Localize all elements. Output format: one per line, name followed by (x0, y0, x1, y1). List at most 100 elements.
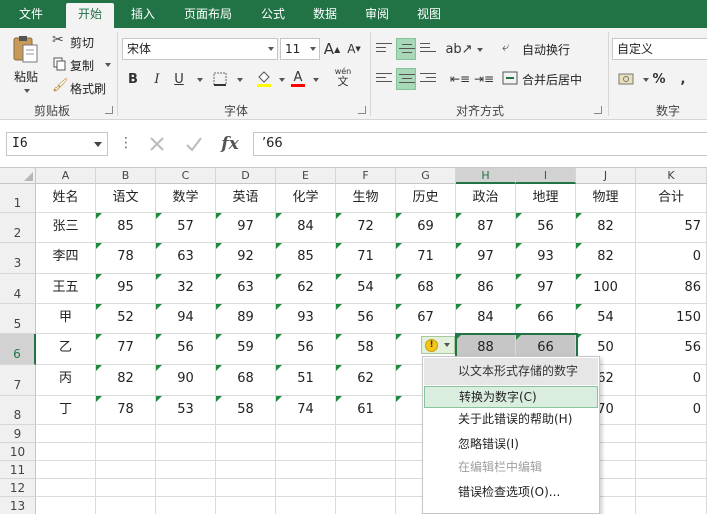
cell-e3[interactable]: 85 (276, 243, 336, 274)
font-name-select[interactable]: 宋体 (122, 38, 278, 60)
cell-f10[interactable] (336, 443, 396, 461)
cell-e12[interactable] (276, 479, 336, 497)
cell-j5[interactable]: 54 (576, 304, 636, 334)
tab-insert[interactable]: 插入 (122, 3, 164, 28)
column-header-b[interactable]: B (96, 168, 156, 184)
cell-b12[interactable] (96, 479, 156, 497)
cell-d3[interactable]: 92 (216, 243, 276, 274)
cell-b13[interactable] (96, 497, 156, 514)
row-header-12[interactable]: 12 (0, 479, 36, 497)
tab-view[interactable]: 视图 (408, 3, 450, 28)
cell-d9[interactable] (216, 425, 276, 443)
cell-d1[interactable]: 英语 (216, 184, 276, 213)
cell-d6[interactable]: 59 (216, 334, 276, 365)
percent-button[interactable]: % (650, 68, 668, 90)
cell-h5[interactable]: 84 (456, 304, 516, 334)
cell-a12[interactable] (36, 479, 96, 497)
row-header-8[interactable]: 8 (0, 396, 36, 425)
cell-d2[interactable]: 97 (216, 213, 276, 243)
grow-font-button[interactable]: A ▲ (324, 38, 340, 60)
wrap-text-button[interactable]: ⤶ 自动换行 (502, 38, 580, 60)
alignment-launcher-icon[interactable] (594, 106, 602, 114)
cell-j4[interactable]: 100 (576, 274, 636, 304)
orientation-dropdown-caret[interactable] (477, 48, 483, 52)
column-header-i[interactable]: I (516, 168, 576, 184)
align-top-button[interactable] (374, 38, 394, 60)
cell-e10[interactable] (276, 443, 336, 461)
cell-a13[interactable] (36, 497, 96, 514)
cell-f8[interactable]: 61 (336, 396, 396, 425)
cell-b1[interactable]: 语文 (96, 184, 156, 213)
cell-e13[interactable] (276, 497, 336, 514)
row-header-1[interactable]: 1 (0, 184, 36, 213)
cell-c11[interactable] (156, 461, 216, 479)
comma-button[interactable]: , (676, 68, 690, 90)
cell-a6[interactable]: 乙 (36, 334, 96, 365)
cell-k12[interactable] (636, 479, 707, 497)
cell-g3[interactable]: 71 (396, 243, 456, 274)
cell-d5[interactable]: 89 (216, 304, 276, 334)
orientation-button[interactable]: ab↗ (445, 38, 472, 60)
cell-i1[interactable]: 地理 (516, 184, 576, 213)
align-center-button[interactable] (396, 68, 416, 90)
row-header-3[interactable]: 3 (0, 243, 36, 274)
error-help-item[interactable]: 关于此错误的帮助(H) (424, 409, 598, 431)
cell-b9[interactable] (96, 425, 156, 443)
cell-i5[interactable]: 66 (516, 304, 576, 334)
cell-a1[interactable]: 姓名 (36, 184, 96, 213)
cell-e9[interactable] (276, 425, 336, 443)
insert-function-button[interactable]: fx (216, 132, 244, 156)
shrink-font-button[interactable]: A ▼ (345, 38, 363, 60)
cell-j2[interactable]: 82 (576, 213, 636, 243)
cell-h1[interactable]: 政治 (456, 184, 516, 213)
column-header-a[interactable]: A (36, 168, 96, 184)
cell-f9[interactable] (336, 425, 396, 443)
cell-j3[interactable]: 82 (576, 243, 636, 274)
cell-c12[interactable] (156, 479, 216, 497)
cell-c10[interactable] (156, 443, 216, 461)
row-header-9[interactable]: 9 (0, 425, 36, 443)
column-header-h[interactable]: H (456, 168, 516, 184)
font-launcher-icon[interactable] (358, 106, 366, 114)
row-header-4[interactable]: 4 (0, 274, 36, 304)
cell-c6[interactable]: 56 (156, 334, 216, 365)
convert-to-number-item[interactable]: 转换为数字(C) (424, 386, 598, 408)
font-color-button[interactable]: A (288, 68, 308, 90)
cell-e8[interactable]: 74 (276, 396, 336, 425)
row-header-11[interactable]: 11 (0, 461, 36, 479)
cell-f11[interactable] (336, 461, 396, 479)
cell-f1[interactable]: 生物 (336, 184, 396, 213)
cell-k4[interactable]: 86 (636, 274, 707, 304)
cell-b7[interactable]: 82 (96, 365, 156, 396)
cell-h3[interactable]: 97 (456, 243, 516, 274)
cell-k11[interactable] (636, 461, 707, 479)
accounting-format-button[interactable] (614, 68, 638, 90)
cell-e7[interactable]: 51 (276, 365, 336, 396)
column-header-e[interactable]: E (276, 168, 336, 184)
italic-button[interactable]: I (148, 68, 166, 90)
align-left-button[interactable] (374, 68, 394, 90)
paste-button[interactable]: 粘贴 (8, 34, 44, 96)
row-header-6[interactable]: 6 (0, 334, 36, 365)
phonetic-button[interactable]: wén 文 (330, 66, 356, 88)
cell-b2[interactable]: 85 (96, 213, 156, 243)
tab-file[interactable]: 文件 (8, 3, 54, 28)
cell-d8[interactable]: 58 (216, 396, 276, 425)
cell-k9[interactable] (636, 425, 707, 443)
cell-g1[interactable]: 历史 (396, 184, 456, 213)
cell-k13[interactable] (636, 497, 707, 514)
cell-a4[interactable]: 王五 (36, 274, 96, 304)
column-header-j[interactable]: J (576, 168, 636, 184)
cell-d13[interactable] (216, 497, 276, 514)
column-header-d[interactable]: D (216, 168, 276, 184)
cell-a3[interactable]: 李四 (36, 243, 96, 274)
cut-button[interactable]: ✂ 剪切 (52, 32, 102, 52)
column-header-g[interactable]: G (396, 168, 456, 184)
cell-h2[interactable]: 87 (456, 213, 516, 243)
tab-data[interactable]: 数据 (304, 3, 346, 28)
cell-e5[interactable]: 93 (276, 304, 336, 334)
borders-button[interactable] (210, 68, 230, 90)
accounting-dropdown-caret[interactable] (643, 78, 649, 82)
cell-a10[interactable] (36, 443, 96, 461)
align-middle-button[interactable] (396, 38, 416, 60)
